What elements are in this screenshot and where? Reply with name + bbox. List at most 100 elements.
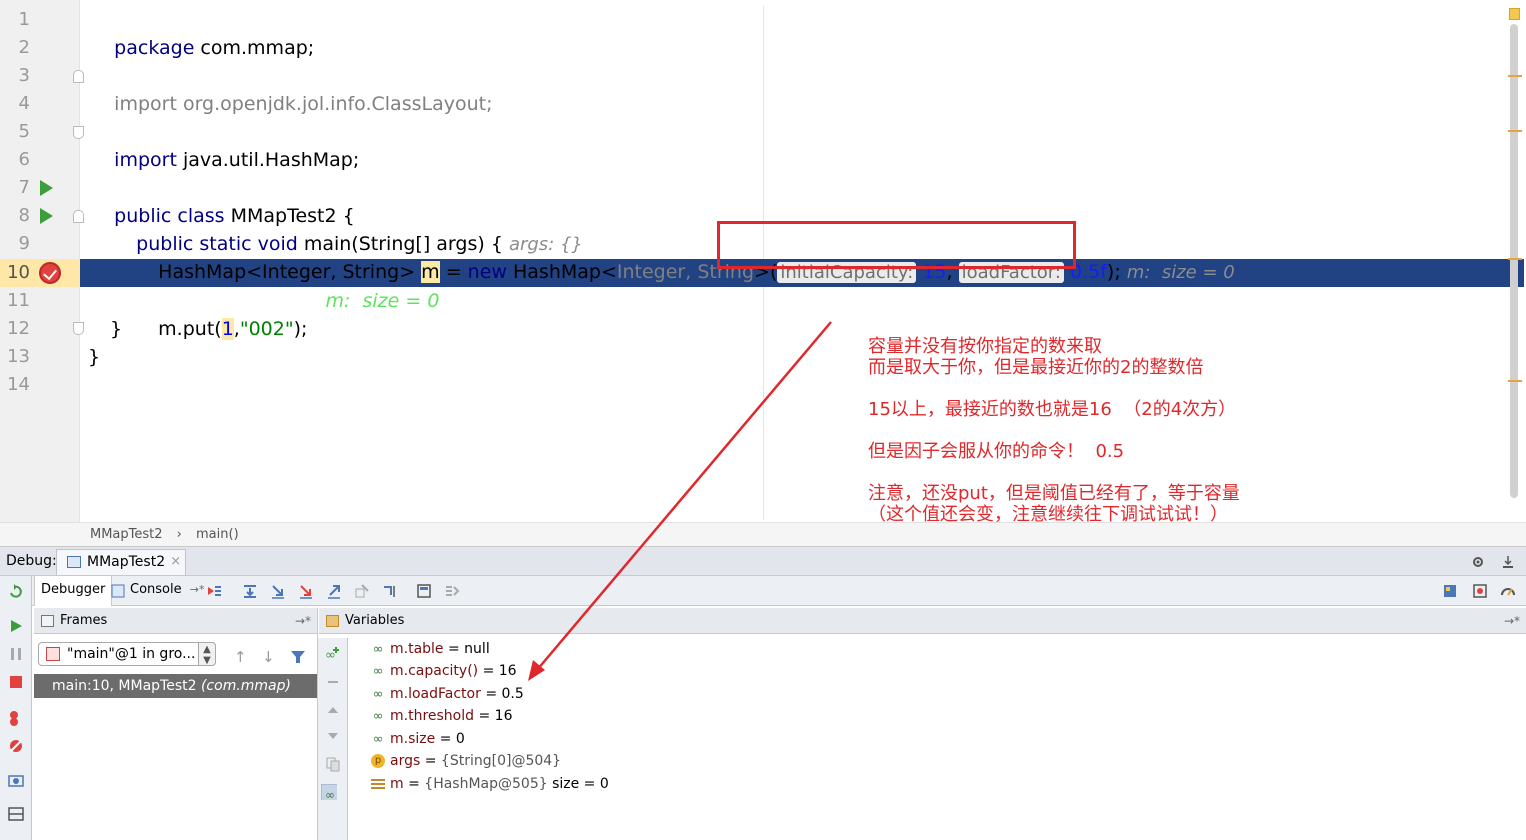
run-class-icon[interactable] — [40, 180, 53, 196]
filter-icon[interactable] — [290, 649, 306, 665]
restore-layout-icon[interactable] — [1442, 583, 1458, 599]
view-breakpoints-icon[interactable] — [8, 710, 24, 726]
inspection-status-icon[interactable] — [1509, 8, 1520, 20]
code-line-11[interactable]: m.put(1,"002"); — [134, 287, 307, 340]
code-text: HashMap< — [506, 261, 617, 283]
drop-frame-icon[interactable] — [354, 583, 370, 599]
frames-title: Frames — [60, 613, 108, 628]
code-line-3[interactable]: import org.openjdk.jol.info.ClassLayout; — [90, 62, 492, 115]
fold-icon[interactable] — [73, 126, 84, 139]
thread-selector-value: "main"@1 in gro... — [67, 646, 196, 662]
inline-debug-value: m: size = 0 — [1126, 262, 1235, 283]
code-line-5[interactable]: import java.util.HashMap; — [90, 118, 359, 171]
arrow-down-icon[interactable]: ↓ — [262, 648, 275, 666]
show-execution-point-icon[interactable] — [206, 583, 222, 599]
settings-gear-icon[interactable] — [1470, 554, 1486, 570]
session-icon — [67, 556, 81, 568]
watches-mode-icon[interactable]: ∞ — [321, 784, 337, 800]
mute-breakpoints-icon[interactable] — [8, 738, 24, 754]
resume-icon[interactable] — [8, 618, 24, 634]
pin-icon[interactable]: →* — [190, 583, 205, 596]
code-text: m.put( — [158, 318, 222, 340]
tab-debugger[interactable]: Debugger — [34, 576, 113, 606]
line-number: 13 — [7, 346, 30, 367]
frame-package: (com.mmap) — [200, 678, 291, 694]
line-number: 2 — [18, 37, 30, 58]
new-watch-icon[interactable]: ∞ — [325, 646, 341, 662]
variable-name: args — [390, 753, 421, 769]
code-line-1[interactable]: package com.mmap; — [90, 6, 314, 59]
line-number: 3 — [18, 65, 30, 86]
chevron-updown-icon[interactable]: ▲ ▼ — [198, 642, 216, 666]
fold-icon[interactable] — [73, 322, 84, 335]
copy-icon[interactable] — [325, 756, 341, 772]
variable-row[interactable]: ∞ m.loadFactor = 0.5 — [369, 683, 524, 705]
layout-icon[interactable] — [8, 806, 24, 822]
variable-row[interactable]: ∞ m.table = null — [369, 638, 490, 660]
variable-value: = 0 — [435, 731, 465, 747]
variables-panel-title: Variables →* — [319, 608, 1526, 634]
move-down-icon[interactable] — [325, 728, 341, 744]
force-step-into-icon[interactable] — [298, 583, 314, 599]
fold-icon[interactable] — [73, 210, 84, 223]
line-number: 12 — [7, 318, 30, 339]
code-line-13[interactable]: } — [88, 343, 100, 371]
tab-console-label: Console — [130, 582, 182, 597]
step-out-icon[interactable] — [326, 583, 342, 599]
debug-session-tab[interactable]: MMapTest2 × — [56, 549, 187, 575]
variable-row[interactable]: m = {HashMap@505} size = 0 — [369, 773, 609, 795]
code-line-10[interactable]: m.put(1, "001"); m: size = 0 — [134, 259, 439, 312]
error-stripe-mark[interactable] — [1508, 75, 1522, 77]
remove-watch-icon[interactable] — [325, 674, 341, 690]
arrow-up-icon[interactable]: ↑ — [234, 648, 247, 666]
variable-name: m — [390, 776, 404, 792]
code-line-8[interactable]: public static void main(String[] args) {… — [112, 202, 583, 255]
thread-selector[interactable]: "main"@1 in gro... ▲ ▼ — [38, 642, 216, 666]
fold-icon[interactable] — [73, 70, 84, 83]
stop-icon[interactable] — [8, 674, 24, 690]
pin-icon[interactable]: →* — [1504, 608, 1520, 634]
camera-icon[interactable] — [8, 772, 24, 788]
rerun-icon[interactable] — [8, 584, 24, 600]
string-literal: "002" — [239, 318, 294, 340]
debug-left-toolbar — [0, 576, 32, 840]
step-into-icon[interactable] — [270, 583, 286, 599]
trace-icon[interactable] — [444, 583, 460, 599]
stack-frame-row[interactable]: main:10, MMapTest2 (com.mmap) — [34, 674, 317, 698]
parameter-icon: p — [369, 750, 387, 772]
error-stripe-mark[interactable] — [1508, 258, 1522, 260]
variable-row[interactable]: p args = {String[0]@504} — [369, 750, 561, 772]
editor-scrollbar[interactable] — [1510, 24, 1518, 498]
close-icon[interactable]: × — [170, 550, 181, 574]
hide-panel-icon[interactable] — [1500, 554, 1516, 570]
breadcrumb-method[interactable]: main() — [196, 527, 239, 542]
breadcrumb-class[interactable]: MMapTest2 — [90, 527, 163, 542]
pin-icon[interactable]: →* — [295, 608, 311, 634]
code-line-7[interactable]: public class MMapTest2 { — [90, 174, 355, 227]
tab-console[interactable]: Console →* — [108, 576, 210, 606]
error-stripe-mark[interactable] — [1508, 130, 1522, 132]
error-stripe-mark[interactable] — [1508, 380, 1522, 382]
variable-row[interactable]: ∞ m.size = 0 — [369, 728, 465, 750]
code-line-12[interactable]: } — [110, 315, 122, 343]
step-over-icon[interactable] — [242, 583, 258, 599]
pause-icon[interactable] — [8, 646, 24, 662]
debugger-toolbar: Debugger Console →* — [32, 576, 1526, 606]
code-text: = — [439, 261, 468, 283]
run-to-cursor-icon[interactable] — [382, 583, 398, 599]
breakpoint-icon[interactable] — [39, 262, 61, 284]
evaluate-expression-icon[interactable] — [416, 583, 432, 599]
run-main-icon[interactable] — [40, 208, 53, 224]
variable-name: m.table — [390, 641, 444, 657]
overhead-icon[interactable] — [1500, 583, 1516, 599]
variable-row[interactable]: ∞ m.capacity() = 16 — [369, 660, 517, 682]
code-editor[interactable]: 1 2 3 4 5 6 7 8 9 10 11 12 13 14 package… — [0, 0, 1526, 522]
line-number: 1 — [18, 9, 30, 30]
variables-panel: Variables →* ∞ m.table = null ∞ m.capacity… — [319, 608, 1526, 840]
annotation-line: 注意，还没put，但是阈值已经有了，等于容量 — [868, 483, 1240, 504]
watch-glasses-icon: ∞ — [372, 732, 384, 747]
move-up-icon[interactable] — [325, 702, 341, 718]
variable-row[interactable]: ∞ m.threshold = 16 — [369, 705, 513, 727]
memory-view-icon[interactable] — [1472, 583, 1488, 599]
debug-tool-window-header: Debug: MMapTest2 × — [0, 546, 1526, 576]
